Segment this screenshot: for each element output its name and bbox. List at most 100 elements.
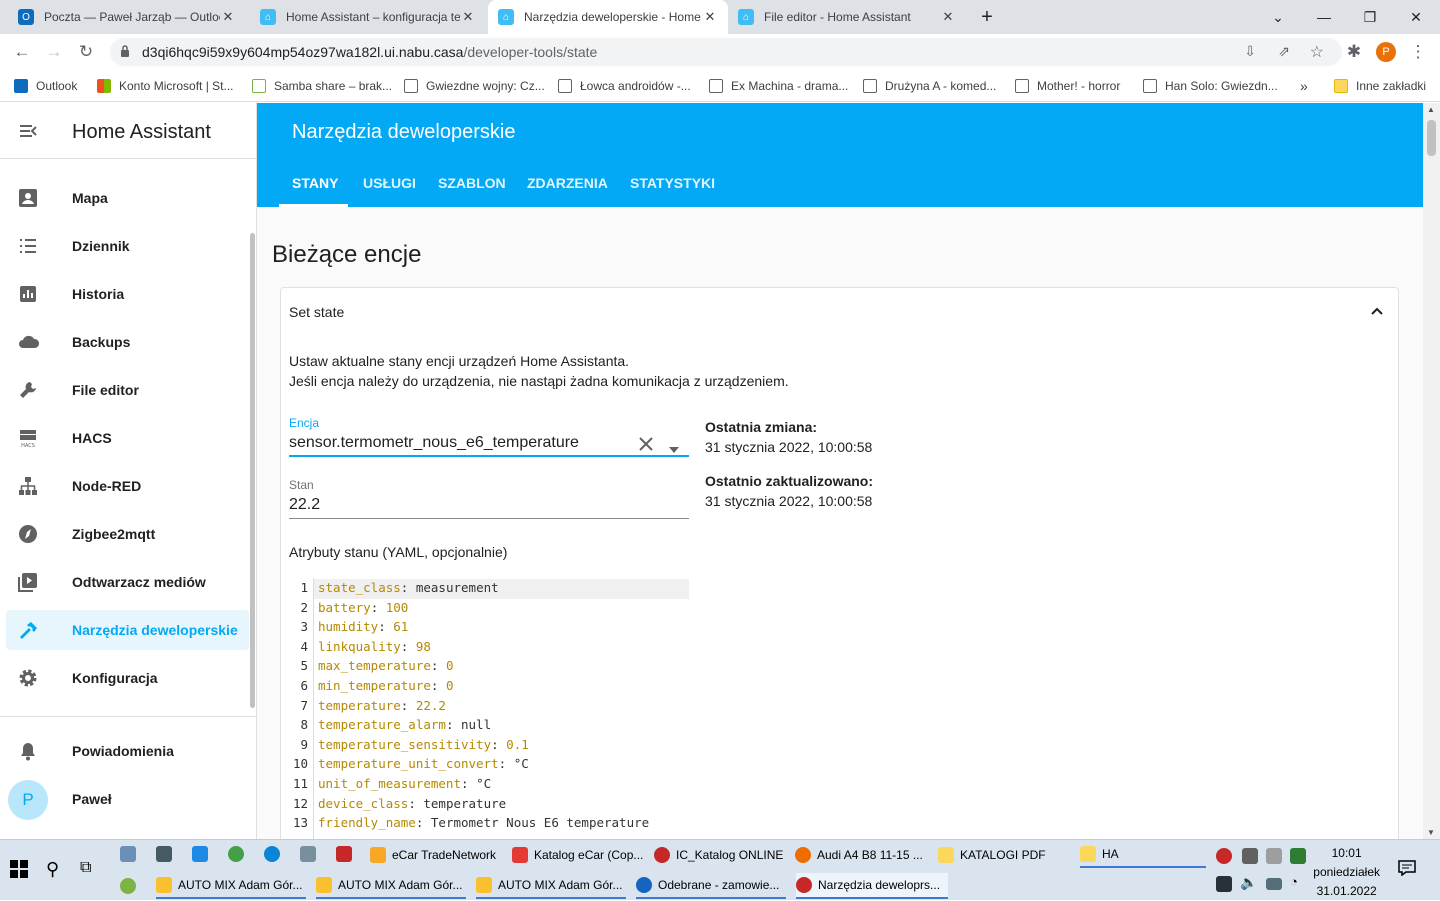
- sidebar-item-mapa[interactable]: Mapa: [6, 178, 249, 218]
- taskbar-item[interactable]: AUTO MIX Adam Gór...: [316, 873, 466, 899]
- bookmark-item[interactable]: Gwiezdne wojny: Cz...: [404, 76, 545, 96]
- tray-icon[interactable]: [1266, 848, 1282, 864]
- code-line[interactable]: 8 temperature_alarm: null: [289, 717, 689, 737]
- taskbar-item[interactable]: eCar TradeNetwork: [370, 842, 496, 868]
- scroll-down-icon[interactable]: ▼: [1427, 828, 1435, 837]
- app-icon[interactable]: [156, 846, 172, 862]
- code-line[interactable]: 10 temperature_unit_convert: °C: [289, 756, 689, 776]
- tray-shield-icon[interactable]: [1290, 848, 1306, 864]
- menu-icon[interactable]: ⋮: [1406, 40, 1430, 64]
- bookmark-item[interactable]: Konto Microsoft | St...: [97, 76, 234, 96]
- tray-chrome-icon[interactable]: [1216, 848, 1232, 864]
- code-line[interactable]: 12 device_class: temperature: [289, 796, 689, 816]
- close-icon[interactable]: ✕: [940, 9, 956, 25]
- search-icon[interactable]: ⚲: [46, 859, 59, 880]
- edge-icon[interactable]: [264, 846, 280, 862]
- sidebar-item-developer-tools[interactable]: Narzędzia deweloperskie: [6, 610, 249, 650]
- volume-icon[interactable]: 🔈: [1240, 874, 1257, 891]
- page-scrollbar-thumb[interactable]: [1427, 120, 1436, 156]
- tab-events[interactable]: ZDARZENIA: [527, 175, 608, 191]
- bookmark-item[interactable]: Samba share – brak...: [252, 76, 392, 96]
- card-title[interactable]: Set state: [289, 304, 344, 320]
- code-line[interactable]: 13 friendly_name: Termometr Nous E6 tempe…: [289, 815, 689, 835]
- maximize-icon[interactable]: ❐: [1347, 0, 1393, 34]
- sidebar-item-node-red[interactable]: Node-RED: [6, 466, 249, 506]
- taskbar-item[interactable]: Odebrane - zamowie...: [636, 873, 786, 899]
- browser-tab-active[interactable]: ⌂ Narzędzia deweloperskie - Home ✕: [488, 0, 728, 34]
- taskbar-item[interactable]: KATALOGI PDF: [938, 842, 1046, 868]
- sidebar-item-zigbee2mqtt[interactable]: Zigbee2mqtt: [6, 514, 249, 554]
- code-line[interactable]: 1 state_class: measurement: [289, 580, 689, 600]
- yaml-editor[interactable]: 1 state_class: measurement 2 battery: 100 3 h…: [289, 578, 689, 848]
- app-icon[interactable]: [228, 846, 244, 862]
- close-icon[interactable]: ✕: [702, 9, 718, 25]
- sidebar-item-historia[interactable]: Historia: [6, 274, 249, 314]
- windows-start-icon[interactable]: [10, 860, 28, 878]
- other-bookmarks[interactable]: Inne zakładki: [1334, 76, 1426, 96]
- sidebar-item-hacs[interactable]: HACS HACS: [6, 418, 249, 458]
- chevron-up-icon[interactable]: [1368, 302, 1386, 320]
- bookmark-item[interactable]: Han Solo: Gwiezdn...: [1143, 76, 1278, 96]
- app-icon[interactable]: [120, 878, 136, 894]
- new-tab-icon[interactable]: +: [964, 0, 1010, 34]
- tab-search-icon[interactable]: ⌄: [1255, 0, 1301, 34]
- reload-icon[interactable]: ↻: [74, 40, 98, 64]
- scroll-up-icon[interactable]: ▲: [1427, 105, 1435, 114]
- bookmark-item[interactable]: Outlook: [14, 76, 77, 96]
- bookmark-item[interactable]: Drużyna A - komed...: [863, 76, 996, 96]
- browser-tab[interactable]: ⌂ File editor - Home Assistant ✕: [728, 0, 966, 34]
- browser-tab[interactable]: ⌂ Home Assistant – konfiguracja te ✕: [250, 0, 486, 34]
- back-icon[interactable]: ←: [10, 40, 34, 64]
- code-line[interactable]: 4 linkquality: 98: [289, 639, 689, 659]
- sidebar-item-user[interactable]: Paweł: [6, 779, 186, 819]
- close-icon[interactable]: ✕: [460, 9, 476, 25]
- tray-icon[interactable]: [1216, 876, 1232, 892]
- tab-template[interactable]: SZABLON: [438, 175, 506, 191]
- bookmarks-overflow-icon[interactable]: »: [1300, 76, 1308, 96]
- share-icon[interactable]: ⇗: [1278, 43, 1290, 60]
- dropdown-arrow-icon[interactable]: [669, 440, 679, 453]
- close-icon[interactable]: ✕: [220, 9, 236, 25]
- code-line[interactable]: 7 temperature: 22.2: [289, 698, 689, 718]
- notification-center-icon[interactable]: [1398, 860, 1416, 877]
- star-icon[interactable]: ☆: [1310, 42, 1324, 62]
- code-line[interactable]: 11 unit_of_measurement: °C: [289, 776, 689, 796]
- forward-icon[interactable]: →: [42, 40, 66, 64]
- tab-statistics[interactable]: STATYSTYKI: [630, 175, 715, 191]
- state-field[interactable]: 22.2: [289, 496, 320, 514]
- bookmark-item[interactable]: Mother! - horror: [1015, 76, 1120, 96]
- app-icon[interactable]: [120, 846, 136, 862]
- taskbar-item[interactable]: IC_Katalog ONLINE: [654, 842, 783, 868]
- menu-toggle-icon[interactable]: [18, 121, 38, 141]
- sidebar-scrollbar[interactable]: [250, 233, 255, 708]
- sidebar-item-notifications[interactable]: Powiadomienia: [6, 731, 249, 771]
- code-line[interactable]: 6 min_temperature: 0: [289, 678, 689, 698]
- tab-services[interactable]: USŁUGI: [363, 175, 416, 191]
- tab-states[interactable]: STANY: [292, 175, 338, 191]
- taskbar-item-active[interactable]: Narzędzia deweloprs...: [796, 873, 948, 899]
- taskbar-item[interactable]: AUTO MIX Adam Gór...: [156, 873, 306, 899]
- page-scrollbar[interactable]: ▲ ▼: [1423, 103, 1440, 839]
- code-line[interactable]: 5 max_temperature: 0: [289, 658, 689, 678]
- app-icon[interactable]: [192, 846, 208, 862]
- sidebar-item-konfiguracja[interactable]: Konfiguracja: [6, 658, 249, 698]
- minimize-icon[interactable]: —: [1301, 0, 1347, 34]
- entity-field[interactable]: sensor.termometr_nous_e6_temperature: [289, 434, 579, 452]
- address-bar[interactable]: d3qi6hqc9i59x9y604mp54oz97wa182l.ui.nabu…: [110, 38, 1342, 66]
- bookmark-item[interactable]: Ex Machina - drama...: [709, 76, 848, 96]
- sidebar-item-backups[interactable]: Backups: [6, 322, 249, 362]
- sidebar-item-dziennik[interactable]: Dziennik: [6, 226, 249, 266]
- calculator-icon[interactable]: [300, 846, 316, 862]
- sidebar-item-file-editor[interactable]: File editor: [6, 370, 249, 410]
- bookmark-item[interactable]: Łowca androidów -...: [558, 76, 691, 96]
- browser-tab[interactable]: O Poczta — Paweł Jarząb — Outlook ✕: [8, 0, 246, 34]
- tray-icon[interactable]: [1242, 848, 1258, 864]
- task-view-icon[interactable]: ⧉: [80, 859, 91, 877]
- clock[interactable]: 10:01 poniedziałek 31.01.2022: [1313, 844, 1380, 901]
- taskbar-item[interactable]: HA: [1080, 842, 1206, 868]
- install-app-icon[interactable]: ⇩: [1244, 43, 1256, 60]
- profile-avatar[interactable]: P: [1376, 42, 1396, 62]
- wifi-icon[interactable]: ◔: [1290, 874, 1298, 889]
- clear-icon[interactable]: [638, 436, 654, 452]
- code-line[interactable]: 3 humidity: 61: [289, 619, 689, 639]
